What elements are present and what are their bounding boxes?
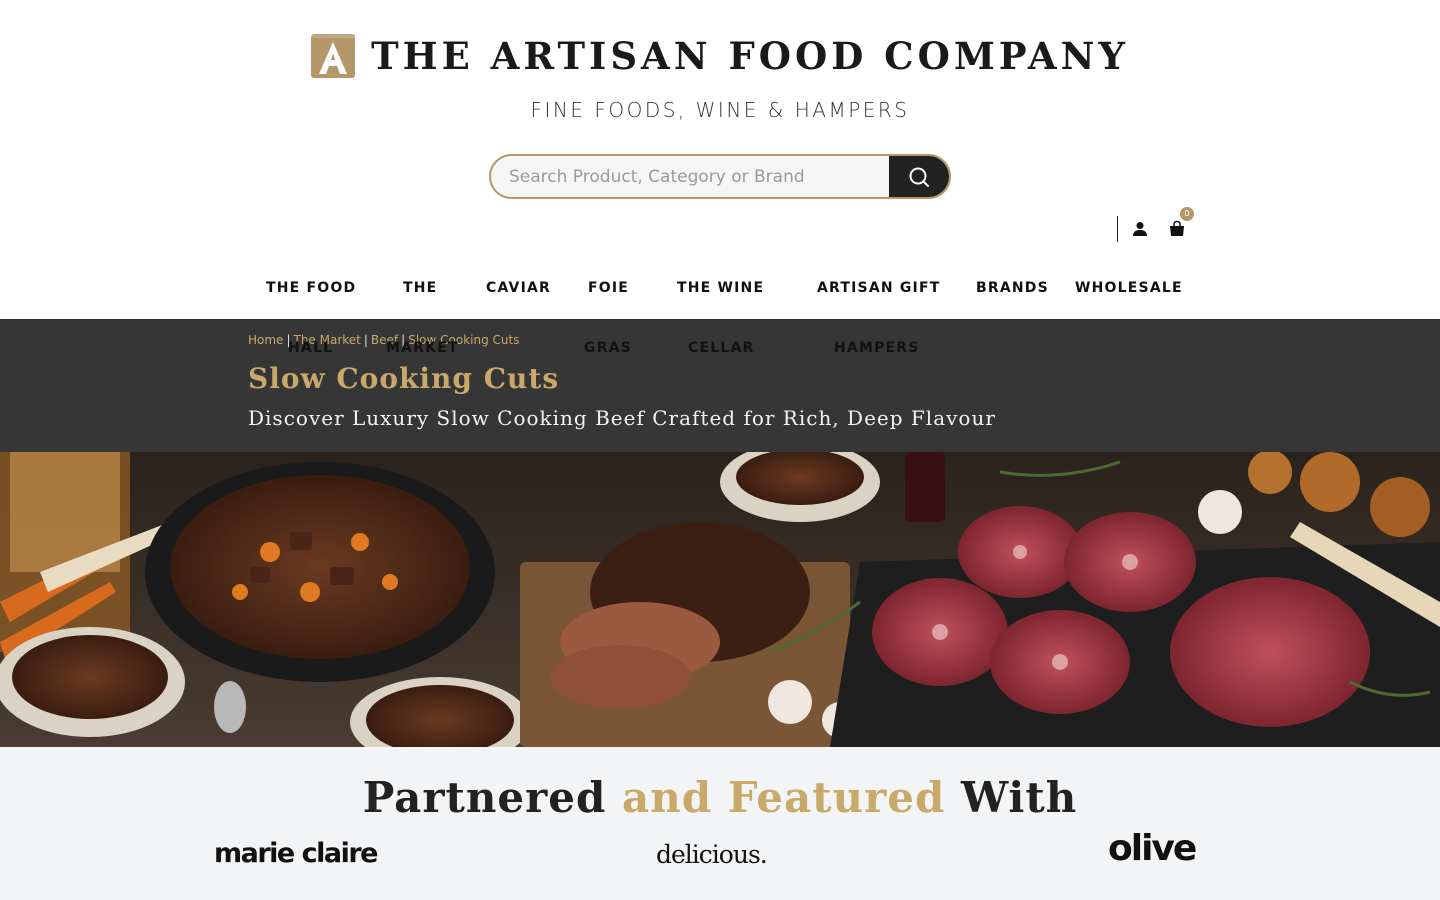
nav-item-wine-cellar[interactable]: THE WINE <box>677 278 764 298</box>
nav-item-gift-hampers[interactable]: ARTISAN GIFT <box>817 278 940 298</box>
nav-item-the-market-line2[interactable]: MARKET <box>386 340 459 356</box>
cart-button[interactable]: 0 <box>1168 207 1194 238</box>
nav-item-brands[interactable]: BRANDS <box>976 278 1049 298</box>
partner-logo-delicious[interactable]: delicious. <box>656 840 768 869</box>
partners-heading-accent: and Featured <box>621 773 946 822</box>
nav-item-food-hall[interactable]: THE FOOD <box>266 278 356 298</box>
hero-image <box>0 452 1440 747</box>
brand-name[interactable]: THE ARTISAN FOOD COMPANY <box>371 34 1129 78</box>
nav-item-foie-gras[interactable]: FOIE <box>588 278 629 298</box>
logo-icon[interactable] <box>311 34 356 78</box>
page-title: Slow Cooking Cuts <box>248 362 560 395</box>
main-nav: THE FOOD THE CAVIAR FOIE THE WINE ARTISA… <box>0 278 1440 318</box>
partners-section <box>0 747 1440 900</box>
divider <box>1117 216 1118 242</box>
partners-heading-end: With <box>945 773 1078 822</box>
brand-tagline: FINE FOODS, WINE & HAMPERS <box>530 98 910 122</box>
brand-header: THE ARTISAN FOOD COMPANY <box>0 34 1440 78</box>
nav-item-wholesale[interactable]: WHOLESALE <box>1075 278 1183 298</box>
breadcrumb-home[interactable]: Home <box>248 333 283 347</box>
nav-item-caviar[interactable]: CAVIAR <box>486 278 551 298</box>
search-bar <box>489 154 951 199</box>
partner-logo-olive[interactable]: olive <box>1108 828 1197 869</box>
nav-item-foie-gras-line2[interactable]: GRAS <box>584 340 632 356</box>
cart-count-badge: 0 <box>1180 207 1194 221</box>
page-hero-band <box>0 319 1440 452</box>
page-subtitle: Discover Luxury Slow Cooking Beef Crafte… <box>248 406 996 430</box>
shopping-bag-icon <box>1170 220 1184 236</box>
nav-item-the-market[interactable]: THE <box>403 278 437 298</box>
search-icon <box>909 167 929 187</box>
nav-item-wine-cellar-line2[interactable]: CELLAR <box>688 340 755 356</box>
partners-heading: Partnered and Featured With <box>0 773 1440 822</box>
partners-heading-start: Partnered <box>362 773 622 822</box>
nav-item-food-hall-line2[interactable]: HALL <box>288 340 333 356</box>
nav-item-gift-hampers-line2[interactable]: HAMPERS <box>834 340 920 356</box>
user-icon[interactable] <box>1132 221 1148 237</box>
search-input[interactable] <box>491 156 889 197</box>
partner-logo-marie-claire[interactable]: marie claire <box>214 838 379 869</box>
header-icons: 0 <box>1117 207 1194 242</box>
search-button[interactable] <box>889 156 949 197</box>
